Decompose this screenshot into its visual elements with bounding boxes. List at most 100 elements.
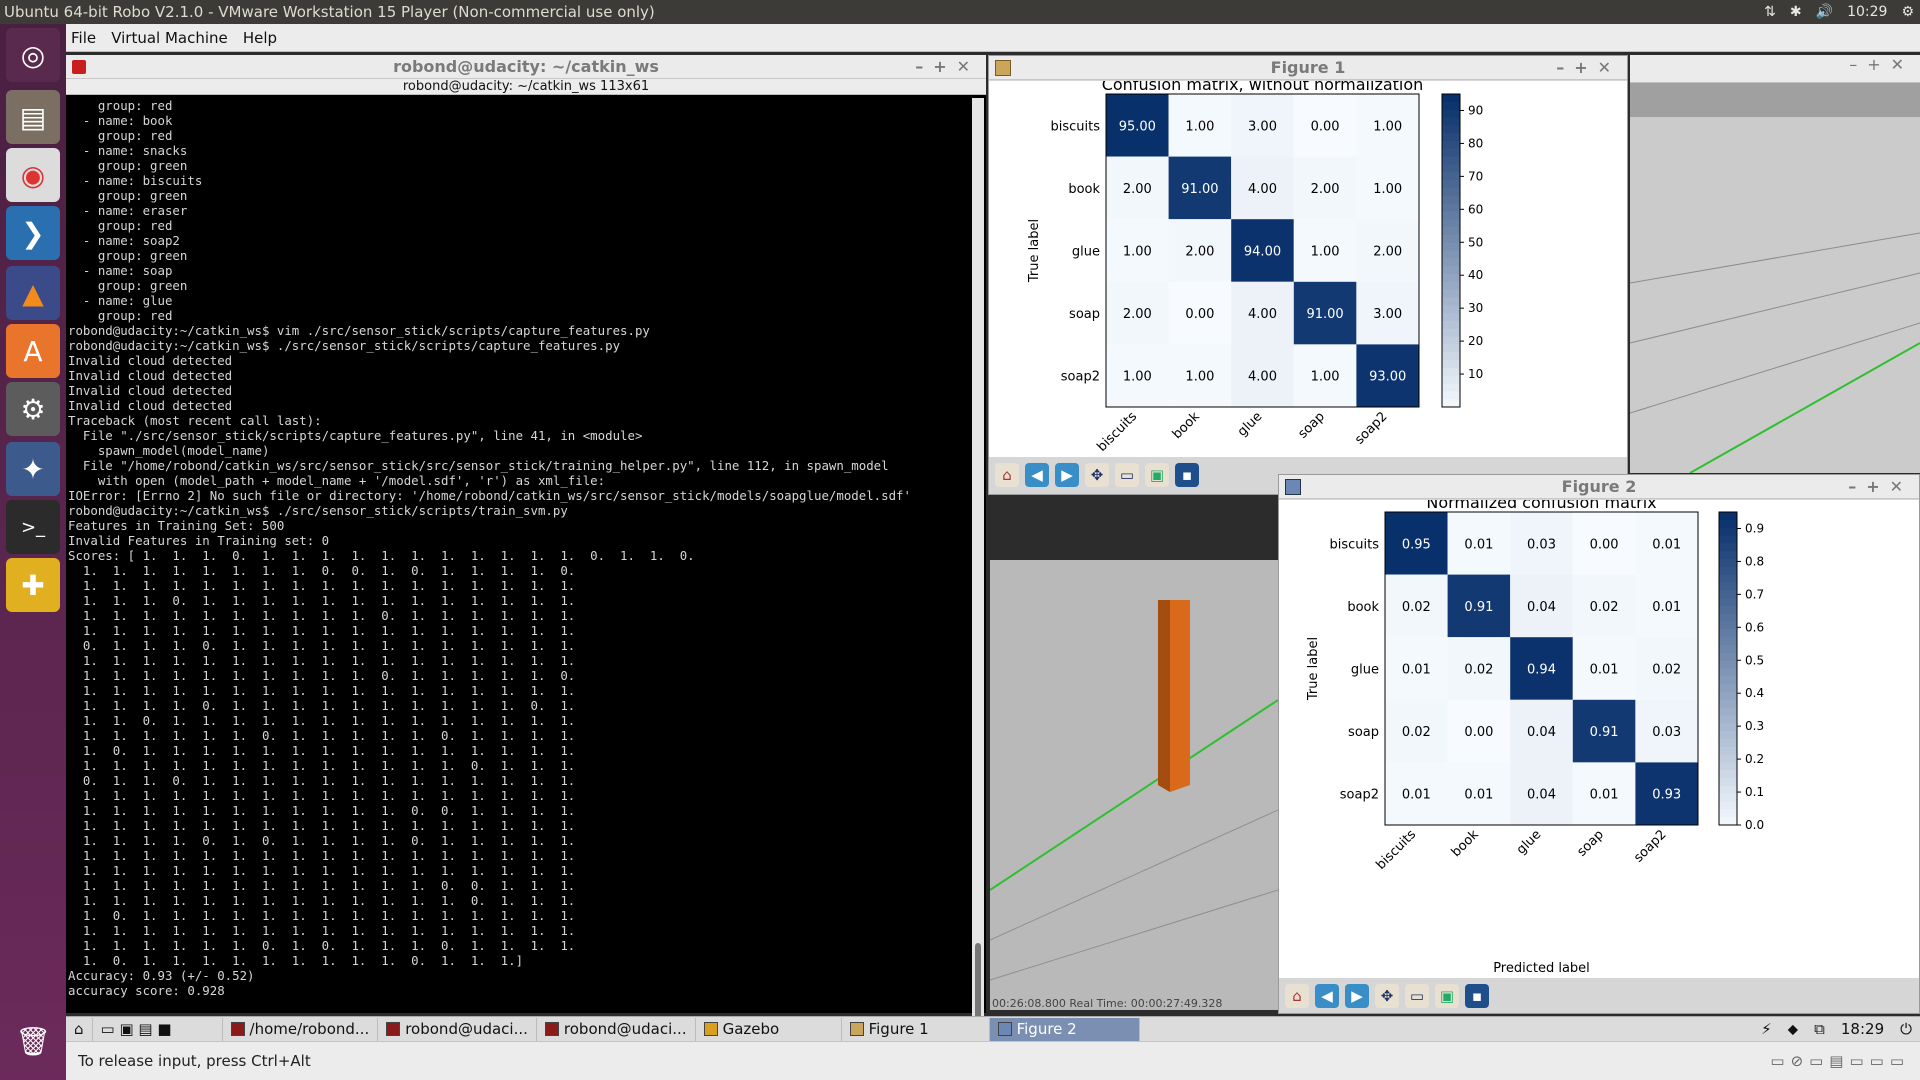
terminal-line: 1. 1. 1. 1. 1. 1. 1. 1. 0. 0. 1. 0. 1. 1… xyxy=(68,563,576,578)
colorbar-segment xyxy=(1719,652,1737,662)
settings-icon[interactable]: ⚙ xyxy=(6,382,60,436)
save-icon[interactable]: ▪ xyxy=(1175,463,1199,487)
pan-icon[interactable]: ✥ xyxy=(1085,463,1109,487)
vscode-icon[interactable]: ❯ xyxy=(6,206,60,260)
colorbar-segment xyxy=(1719,770,1737,779)
files-icon[interactable]: ▤ xyxy=(6,90,60,144)
colorbar-segment xyxy=(1442,242,1460,251)
gazebo-window-bar: –+✕ xyxy=(1630,55,1920,83)
terminal-scrollbar[interactable] xyxy=(972,98,984,1058)
subplots-icon[interactable]: ▣ xyxy=(1145,463,1169,487)
gear-icon[interactable]: ⚙ xyxy=(1901,4,1914,20)
guest-taskbar: ⌂ ▭ ▣ ▤ ■ /home/robond... robond@udaci..… xyxy=(66,1016,1920,1041)
cell-label: 0.93 xyxy=(1652,788,1681,803)
colorbar-tick-label: 60 xyxy=(1468,202,1483,216)
colorbar-segment xyxy=(1442,94,1460,103)
x-tick-label: biscuits xyxy=(1374,827,1420,873)
network-icon[interactable]: ⬥ xyxy=(1788,1020,1799,1038)
cell-label: 1.00 xyxy=(1185,370,1214,385)
y-tick-label: book xyxy=(1068,182,1100,197)
terminal-icon[interactable]: >_ xyxy=(6,500,60,554)
figure1-window[interactable]: Figure 1 –+✕ Confusion matrix, without n… xyxy=(988,55,1628,495)
power-icon[interactable]: ⚡ xyxy=(1761,1020,1772,1038)
figure2-toolbar: ⌂ ◀ ▶ ✥ ▭ ▣ ▪ xyxy=(1279,981,1489,1011)
chrome-icon[interactable]: ◉ xyxy=(6,148,60,202)
ubuntu-dash-icon[interactable]: ◎ xyxy=(6,28,60,82)
network-icon[interactable]: ⇅ xyxy=(1764,4,1776,20)
menu-virtual-machine[interactable]: Virtual Machine xyxy=(106,24,233,52)
gazebo-grid xyxy=(1630,232,1920,473)
matplotlib-icon xyxy=(995,60,1011,76)
show-desktop-button[interactable]: ⌂ xyxy=(66,1017,93,1041)
display-icon[interactable]: ⧉ xyxy=(1814,1020,1825,1038)
window-controls[interactable]: –+✕ xyxy=(1556,56,1621,80)
colorbar-segment xyxy=(1719,512,1737,521)
volume-icon[interactable]: 🔊 xyxy=(1816,4,1833,20)
back-icon[interactable]: ◀ xyxy=(1025,463,1049,487)
zoom-icon[interactable]: ▭ xyxy=(1405,984,1429,1008)
software-center-icon[interactable]: A xyxy=(6,324,60,378)
shutdown-icon[interactable]: ⏻ xyxy=(1900,1020,1912,1038)
colorbar-segment xyxy=(1719,590,1737,599)
clock[interactable]: 10:29 xyxy=(1847,4,1887,20)
gazebo-viewport-right[interactable] xyxy=(1630,83,1920,473)
colorbar-segment xyxy=(1442,336,1460,345)
colorbar-segment xyxy=(1442,344,1460,353)
colorbar-segment xyxy=(1719,762,1737,771)
terminal-line: group: red xyxy=(68,308,173,323)
task-item[interactable]: Figure 1 xyxy=(842,1017,990,1041)
colorbar-tick-label: 0.3 xyxy=(1745,719,1764,733)
gazebo-icon[interactable]: ✚ xyxy=(6,558,60,612)
close-icon[interactable] xyxy=(72,60,86,74)
sim-time: 00:26:08.800 xyxy=(992,997,1066,1010)
terminal-line: 0. 1. 1. 0. 1. 1. 1. 1. 1. 1. 1. 1. 1. 1… xyxy=(68,773,576,788)
cell-label: 91.00 xyxy=(1306,307,1343,322)
colorbar-segment xyxy=(1719,754,1737,763)
colorbar-segment xyxy=(1442,273,1460,283)
cell-label: 2.00 xyxy=(1123,307,1152,322)
cell-label: 0.02 xyxy=(1590,600,1619,615)
cell-label: 0.04 xyxy=(1527,788,1556,803)
cell-label: 1.00 xyxy=(1311,370,1340,385)
forward-icon[interactable]: ▶ xyxy=(1345,984,1369,1008)
cell-label: 0.01 xyxy=(1652,600,1681,615)
pan-icon[interactable]: ✥ xyxy=(1375,984,1399,1008)
colorbar-tick-label: 0.0 xyxy=(1745,818,1764,832)
forward-icon[interactable]: ▶ xyxy=(1055,463,1079,487)
figure2-window[interactable]: Figure 2 –+✕ Normalized confusion matrix… xyxy=(1278,474,1920,1014)
matlab-icon[interactable]: ▲ xyxy=(6,266,60,320)
window-icon xyxy=(1285,479,1301,495)
colorbar-segment xyxy=(1442,320,1460,330)
task-item[interactable]: robond@udaci... xyxy=(537,1017,696,1041)
task-item[interactable]: robond@udaci... xyxy=(378,1017,537,1041)
bluetooth-icon[interactable]: ✱ xyxy=(1790,4,1802,20)
home-icon[interactable]: ⌂ xyxy=(1285,984,1309,1008)
zoom-icon[interactable]: ▭ xyxy=(1115,463,1139,487)
back-icon[interactable]: ◀ xyxy=(1315,984,1339,1008)
figure1-title: Figure 1 xyxy=(1270,58,1346,77)
device-icons[interactable]: ▭⊘▭▤▭▭▭ xyxy=(1770,1042,1910,1080)
taskbar-clock[interactable]: 18:29 xyxy=(1841,1020,1884,1038)
window-controls[interactable]: –+✕ xyxy=(1848,475,1913,499)
figure1-titlebar[interactable]: Figure 1 –+✕ xyxy=(989,56,1627,80)
home-icon[interactable]: ⌂ xyxy=(995,463,1019,487)
figure2-titlebar[interactable]: Figure 2 –+✕ xyxy=(1279,475,1919,499)
subplots-icon[interactable]: ▣ xyxy=(1435,984,1459,1008)
rviz-icon[interactable]: ✦ xyxy=(6,442,60,496)
window-controls[interactable]: –+✕ xyxy=(915,55,980,79)
gazebo-viewport[interactable]: 00:26:08.800 Real Time: 00:00:27:49.328 xyxy=(989,560,1279,1010)
terminal-line: 1. 1. 1. 1. 1. 1. 1. 1. 1. 1. 1. 1. 1. 1… xyxy=(68,863,576,878)
terminal-output[interactable]: group: red - name: book group: red - nam… xyxy=(68,98,973,1003)
terminal-titlebar[interactable]: robond@udacity: ~/catkin_ws –+✕ xyxy=(66,55,986,79)
colorbar-segment xyxy=(1442,227,1460,236)
window-controls[interactable]: –+✕ xyxy=(1849,55,1914,74)
colorbar-tick-label: 0.5 xyxy=(1745,653,1764,667)
save-icon[interactable]: ▪ xyxy=(1465,984,1489,1008)
menu-file[interactable]: File xyxy=(66,24,101,52)
task-item[interactable]: /home/robond... xyxy=(223,1017,379,1041)
trash-icon[interactable]: 🗑 xyxy=(6,1014,60,1068)
colorbar-segment xyxy=(1719,613,1737,623)
task-item-active[interactable]: Figure 2 xyxy=(989,1017,1140,1041)
task-item[interactable]: Gazebo xyxy=(696,1017,842,1041)
menu-help[interactable]: Help xyxy=(238,24,282,52)
